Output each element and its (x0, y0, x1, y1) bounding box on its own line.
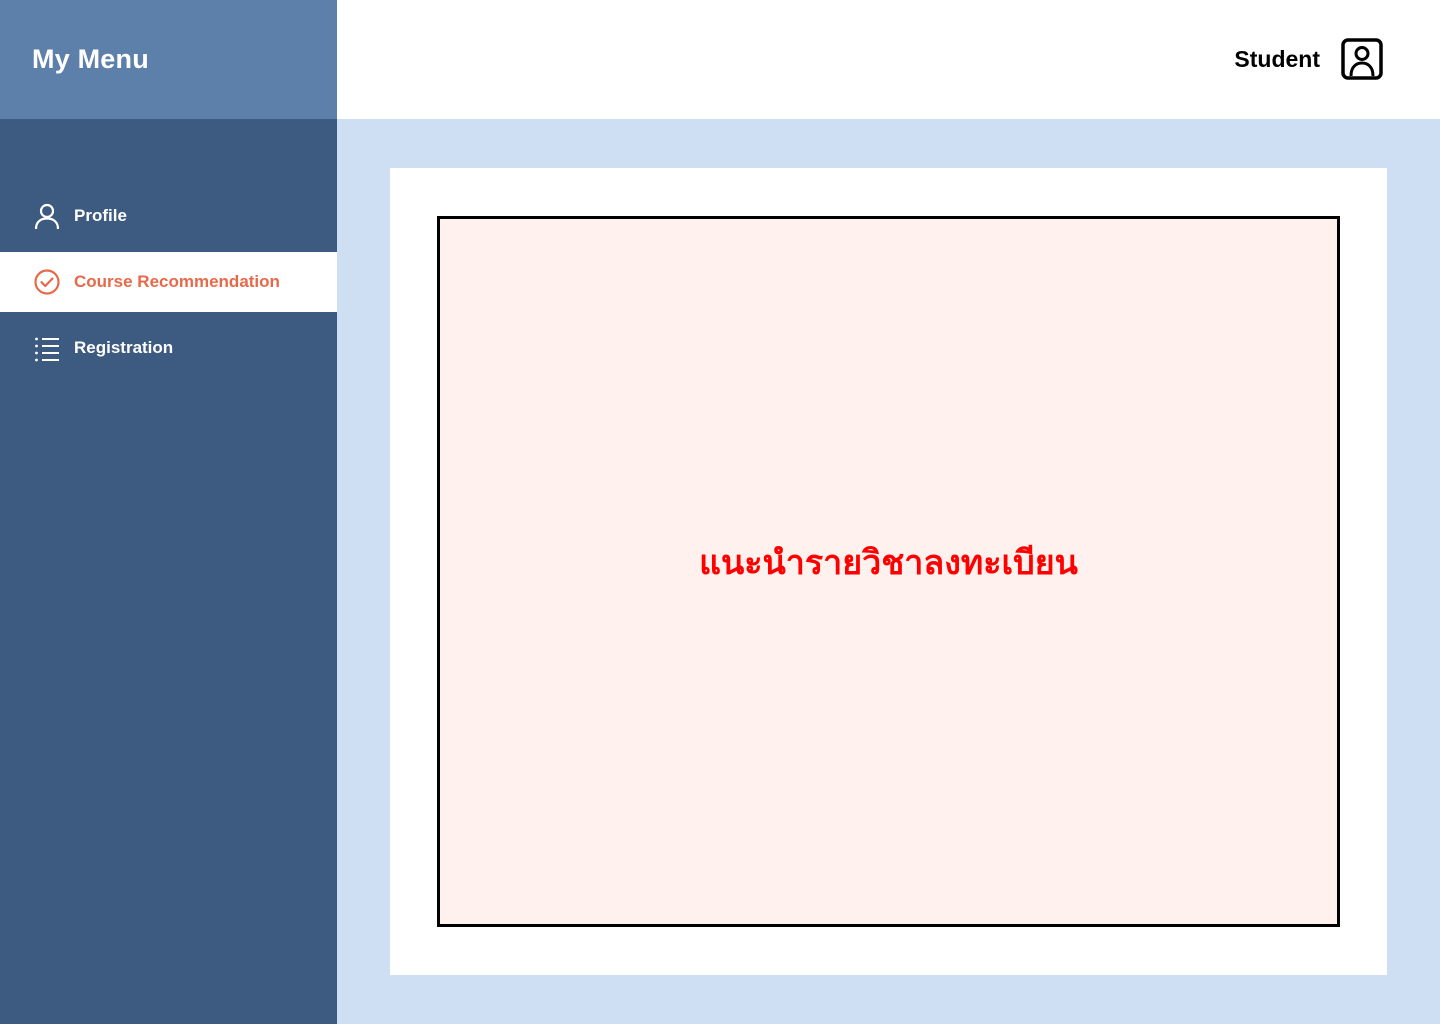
course-recommendation-panel: แนะนำรายวิชาลงทะเบียน (437, 216, 1340, 927)
page-title: แนะนำรายวิชาลงทะเบียน (699, 543, 1078, 582)
user-icon (33, 202, 61, 230)
sidebar-item-profile[interactable]: Profile (0, 186, 337, 246)
sidebar-item-label: Profile (74, 206, 127, 225)
check-circle-icon (33, 268, 61, 296)
sidebar-title: My Menu (32, 44, 149, 74)
user-square-icon (1341, 38, 1383, 84)
main-area: แนะนำรายวิชาลงทะเบียน (337, 119, 1440, 1024)
content-card: แนะนำรายวิชาลงทะเบียน (390, 168, 1387, 975)
sidebar-item-label: Course Recommendation (74, 272, 280, 291)
sidebar-item-registration[interactable]: Registration (0, 318, 337, 378)
sidebar-header: My Menu (0, 0, 337, 119)
sidebar-item-course-recommendation[interactable]: Course Recommendation (0, 252, 337, 312)
user-account-button[interactable] (1341, 38, 1383, 80)
app-window: My Menu Profile Course Recommendation Re… (0, 0, 1440, 1024)
list-icon (33, 334, 61, 362)
user-role-label: Student (1234, 46, 1320, 72)
top-bar: Student (337, 0, 1440, 119)
sidebar-item-label: Registration (74, 338, 174, 357)
sidebar: My Menu Profile Course Recommendation Re… (0, 0, 337, 1024)
